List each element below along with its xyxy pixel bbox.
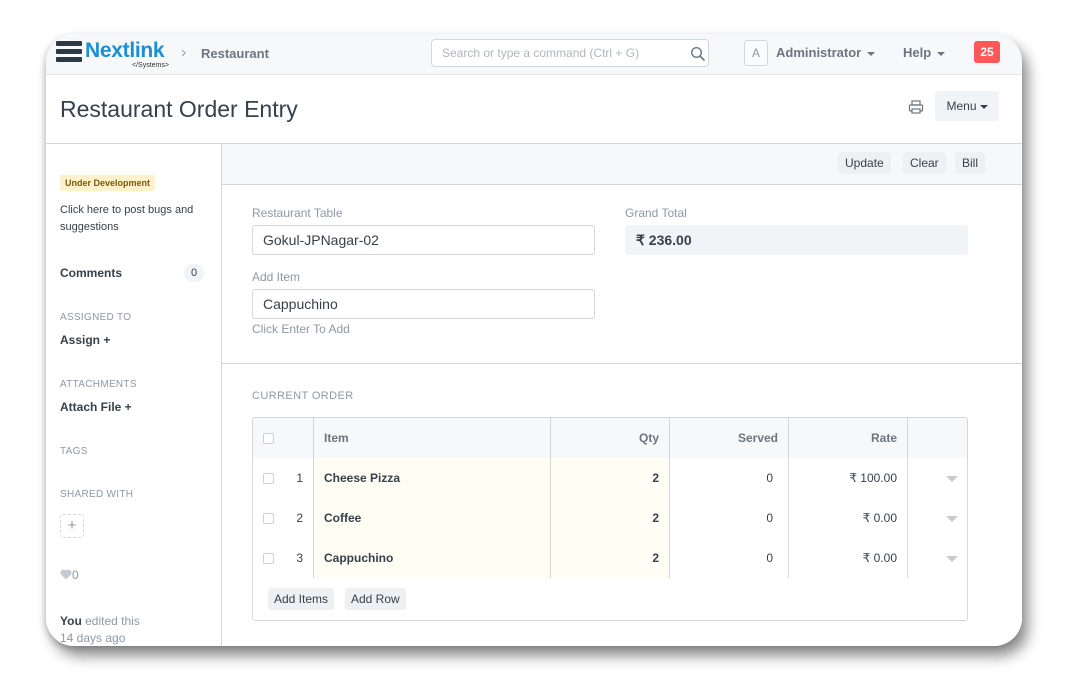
like-counter[interactable]: 0 bbox=[60, 568, 79, 582]
bill-button[interactable]: Bill bbox=[955, 152, 986, 174]
row-select-cell: 1 bbox=[253, 458, 313, 498]
row-select-cell: 3 bbox=[253, 538, 313, 578]
row-checkbox[interactable] bbox=[263, 473, 274, 484]
caret-down-icon bbox=[946, 516, 958, 522]
row-select-cell: 2 bbox=[253, 498, 313, 538]
caret-down-icon bbox=[867, 51, 876, 56]
header-item: Item bbox=[313, 418, 551, 458]
shared-caption: SHARED WITH bbox=[60, 489, 134, 500]
cell-item[interactable]: Coffee bbox=[313, 498, 551, 538]
row-checkbox[interactable] bbox=[263, 513, 274, 524]
main-form: Update Clear Bill Restaurant Table Grand… bbox=[222, 144, 1022, 646]
report-bug-link[interactable]: Click here to post bugs and suggestions bbox=[60, 202, 210, 236]
add-row-button[interactable]: Add Row bbox=[345, 588, 406, 610]
cell-qty[interactable]: 2 bbox=[551, 458, 670, 498]
heart-icon bbox=[60, 569, 72, 580]
section-divider bbox=[222, 363, 1022, 364]
select-all-checkbox[interactable] bbox=[263, 433, 274, 444]
breadcrumb[interactable]: Restaurant bbox=[201, 46, 269, 61]
attachments-caption: ATTACHMENTS bbox=[60, 379, 137, 390]
assign-button[interactable]: Assign + bbox=[60, 333, 110, 347]
section-title: CURRENT ORDER bbox=[252, 390, 354, 402]
cell-qty[interactable]: 2 bbox=[551, 498, 670, 538]
logo-stack-icon bbox=[56, 40, 82, 66]
cell-item[interactable]: Cappuchino bbox=[313, 538, 551, 578]
row-index: 1 bbox=[296, 471, 303, 485]
cell-rate[interactable]: ₹ 0.00 bbox=[789, 538, 908, 578]
help-label: Help bbox=[903, 45, 932, 60]
user-menu[interactable]: Administrator bbox=[776, 45, 876, 60]
add-item-hint: Click Enter To Add bbox=[252, 322, 350, 336]
add-item-label: Add Item bbox=[252, 270, 301, 284]
logo-text: Nextlink bbox=[85, 39, 165, 62]
order-grid: Item Qty Served Rate 1 Cheese Pizza 2 0 … bbox=[252, 417, 968, 621]
grand-total-label: Grand Total bbox=[625, 206, 687, 220]
navbar: Nextlink </Systems> › Restaurant A Admin… bbox=[46, 34, 1022, 75]
update-button[interactable]: Update bbox=[838, 152, 891, 174]
page-head: Restaurant Order Entry Menu bbox=[46, 75, 1022, 144]
header-served: Served bbox=[670, 418, 789, 458]
user-name: Administrator bbox=[776, 45, 862, 60]
comments-label[interactable]: Comments bbox=[60, 266, 122, 280]
row-index: 3 bbox=[296, 551, 303, 565]
caret-down-icon bbox=[937, 51, 946, 56]
tags-caption[interactable]: TAGS bbox=[60, 446, 88, 457]
caret-down-icon bbox=[946, 556, 958, 562]
row-menu[interactable] bbox=[908, 498, 967, 538]
header-rate: Rate bbox=[789, 418, 908, 458]
menu-button[interactable]: Menu bbox=[935, 91, 999, 121]
logo-subtext: </Systems> bbox=[132, 62, 169, 69]
chevron-right-icon: › bbox=[181, 44, 187, 61]
like-count: 0 bbox=[72, 568, 79, 582]
grid-footer: Add Items Add Row bbox=[253, 578, 967, 620]
row-checkbox[interactable] bbox=[263, 553, 274, 564]
row-menu[interactable] bbox=[908, 538, 967, 578]
restaurant-table-label: Restaurant Table bbox=[252, 206, 343, 220]
avatar[interactable]: A bbox=[744, 40, 768, 66]
table-row[interactable]: 1 Cheese Pizza 2 0 ₹ 100.00 bbox=[253, 458, 967, 499]
grand-total-value: ₹ 236.00 bbox=[625, 225, 968, 255]
menu-label: Menu bbox=[946, 99, 977, 113]
edited-text: edited this bbox=[81, 614, 140, 628]
caret-down-icon bbox=[946, 476, 958, 482]
sidebar: Under Development Click here to post bug… bbox=[46, 144, 222, 646]
caret-down-icon bbox=[979, 104, 988, 109]
cell-served[interactable]: 0 bbox=[670, 498, 789, 538]
row-menu[interactable] bbox=[908, 458, 967, 498]
header-select-cell bbox=[253, 418, 313, 458]
table-row[interactable]: 2 Coffee 2 0 ₹ 0.00 bbox=[253, 498, 967, 539]
assigned-caption: ASSIGNED TO bbox=[60, 312, 132, 323]
edited-time: 14 days ago bbox=[60, 631, 126, 645]
search-input[interactable] bbox=[431, 39, 709, 67]
help-menu[interactable]: Help bbox=[903, 45, 946, 60]
search-icon[interactable] bbox=[690, 46, 706, 62]
notification-badge[interactable]: 25 bbox=[974, 41, 1000, 63]
edited-info: You edited this 14 days ago bbox=[60, 613, 140, 646]
add-items-button[interactable]: Add Items bbox=[268, 588, 335, 610]
print-icon[interactable] bbox=[908, 99, 924, 115]
cell-rate[interactable]: ₹ 0.00 bbox=[789, 498, 908, 538]
cell-qty[interactable]: 2 bbox=[551, 538, 670, 578]
clear-button[interactable]: Clear bbox=[903, 152, 946, 174]
cell-served[interactable]: 0 bbox=[670, 458, 789, 498]
logo[interactable]: Nextlink </Systems> bbox=[56, 38, 176, 70]
form-toolbar: Update Clear Bill bbox=[222, 144, 1022, 185]
restaurant-table-input[interactable] bbox=[252, 225, 595, 255]
cell-item[interactable]: Cheese Pizza bbox=[313, 458, 551, 498]
row-index: 2 bbox=[296, 511, 303, 525]
attach-file-button[interactable]: Attach File + bbox=[60, 400, 132, 414]
status-badge: Under Development bbox=[60, 175, 156, 191]
add-item-input[interactable] bbox=[252, 289, 595, 319]
page-title: Restaurant Order Entry bbox=[60, 96, 298, 122]
share-add-button[interactable]: + bbox=[60, 514, 84, 538]
header-qty: Qty bbox=[551, 418, 670, 458]
cell-rate[interactable]: ₹ 100.00 bbox=[789, 458, 908, 498]
app-window: Nextlink </Systems> › Restaurant A Admin… bbox=[46, 34, 1022, 646]
table-row[interactable]: 3 Cappuchino 2 0 ₹ 0.00 bbox=[253, 538, 967, 579]
edited-user: You bbox=[60, 614, 82, 628]
grid-header: Item Qty Served Rate bbox=[253, 418, 967, 459]
cell-served[interactable]: 0 bbox=[670, 538, 789, 578]
comments-count: 0 bbox=[184, 264, 204, 282]
